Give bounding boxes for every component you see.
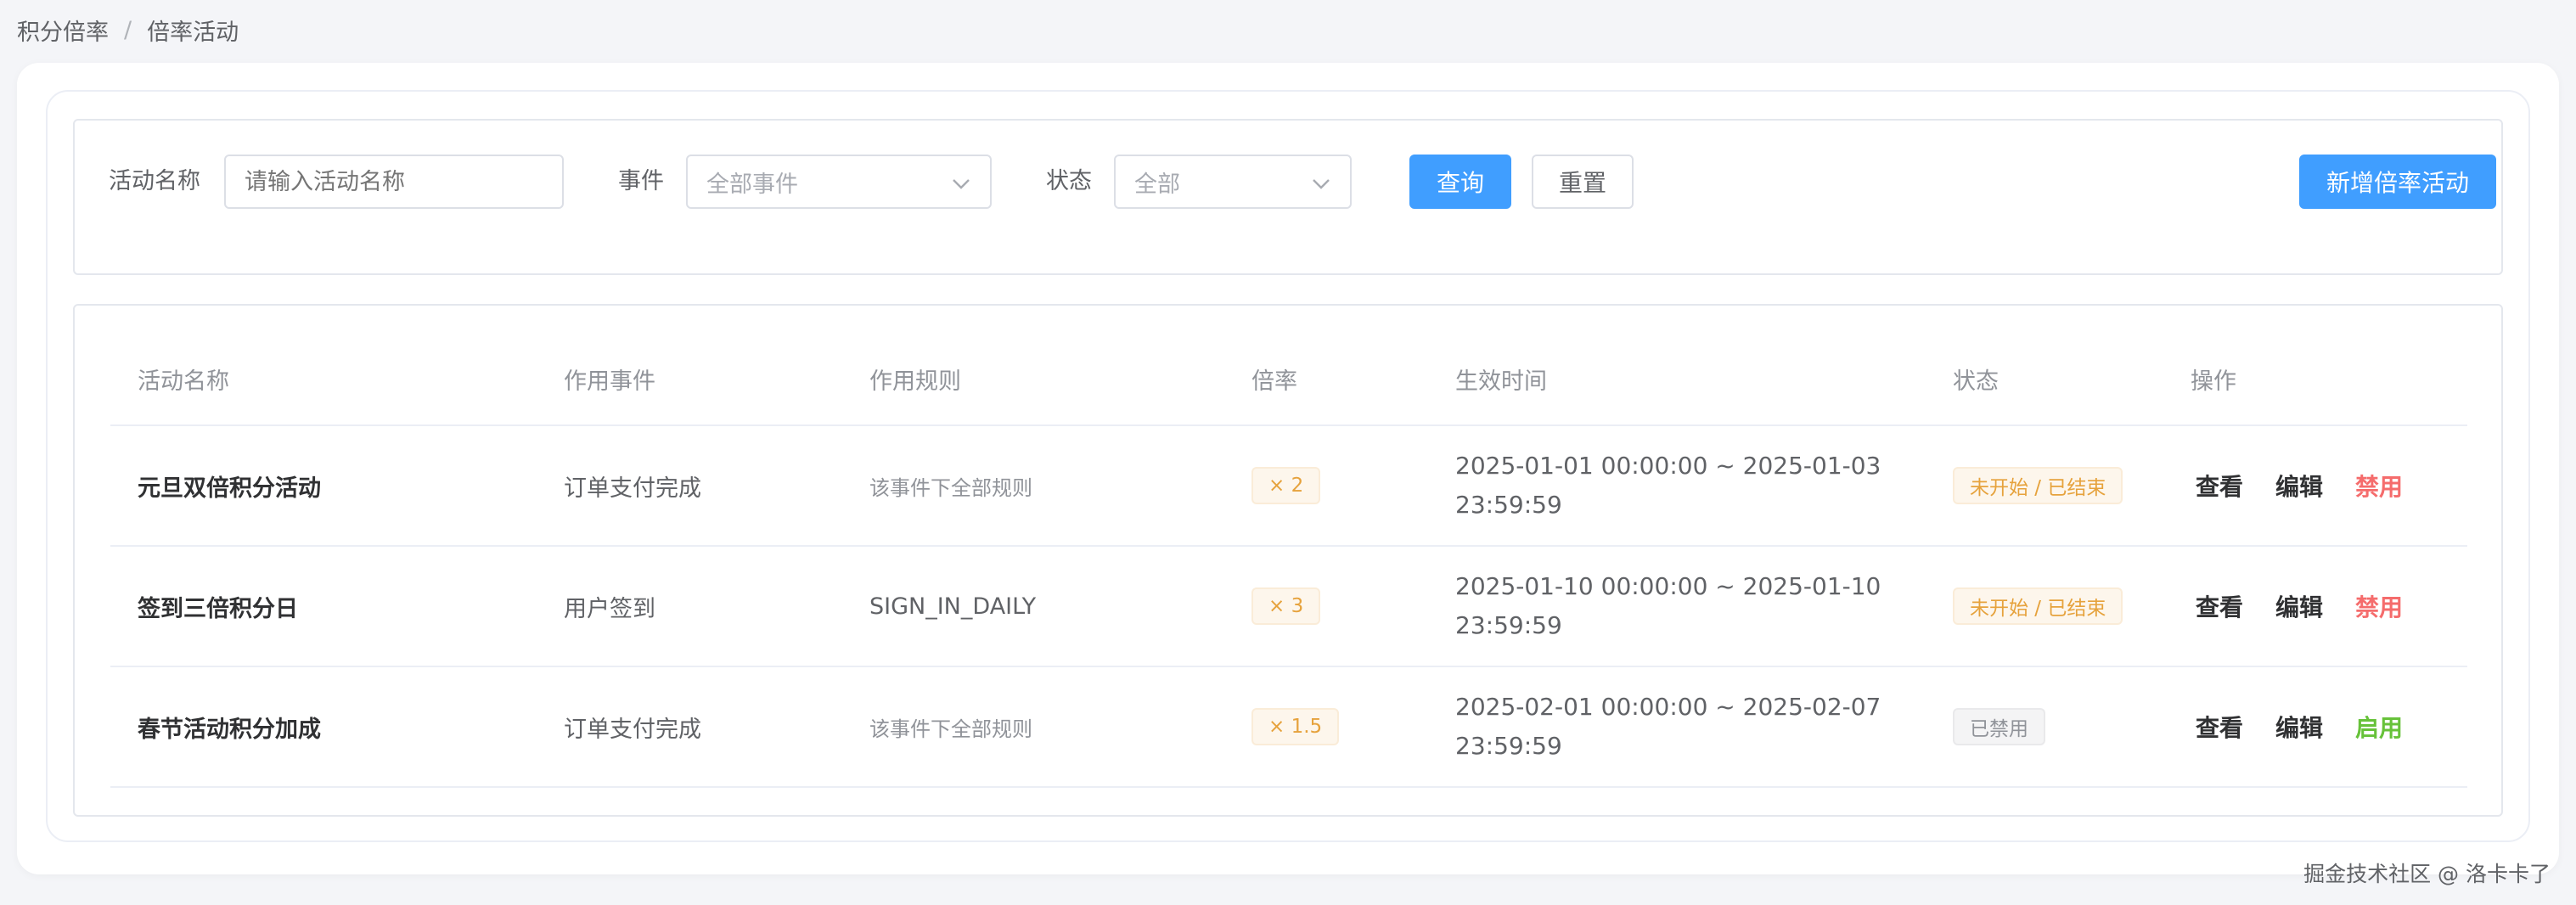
breadcrumb: 积分倍率 / 倍率活动: [17, 12, 239, 48]
status-select-value: 全部: [1134, 171, 1180, 198]
status-badge: 未开始 / 已结束: [1953, 587, 2123, 625]
activity-name-label: 活动名称: [109, 168, 200, 194]
filter-row: 活动名称 事件 全部事件 状态 全部 查询 重置: [75, 155, 2501, 209]
column-header-activity-name: 活动名称: [138, 368, 229, 395]
breadcrumb-item-rate-activity: 倍率活动: [147, 19, 239, 46]
activity-table: 活动名称 作用事件 作用规则 倍率 生效时间 状态 操作 元旦双倍积分活动 订单…: [110, 340, 2467, 788]
column-header-event: 作用事件: [564, 368, 655, 395]
view-button[interactable]: 查看: [2196, 589, 2243, 623]
event-cell: 订单支付完成: [564, 475, 701, 502]
event-select-value: 全部事件: [706, 171, 798, 198]
rate-tag: × 1.5: [1251, 708, 1340, 745]
edit-button[interactable]: 编辑: [2275, 710, 2323, 744]
filter-panel: 活动名称 事件 全部事件 状态 全部 查询 重置: [73, 119, 2503, 275]
event-select[interactable]: 全部事件: [686, 155, 992, 209]
disable-button[interactable]: 禁用: [2355, 469, 2403, 503]
view-button[interactable]: 查看: [2196, 469, 2243, 503]
activity-name-cell: 春节活动积分加成: [138, 716, 321, 743]
watermark: 掘金技术社区 @ 洛卡卡了: [2303, 862, 2551, 886]
rate-tag: × 3: [1251, 587, 1321, 625]
query-button[interactable]: 查询: [1409, 155, 1511, 209]
table-header: 活动名称 作用事件 作用规则 倍率 生效时间 状态 操作: [110, 340, 2467, 426]
column-header-rule: 作用规则: [869, 368, 961, 395]
breadcrumb-item-points-rate[interactable]: 积分倍率: [17, 14, 109, 47]
column-header-status: 状态: [1953, 368, 1999, 395]
rule-cell: 该事件下全部规则: [869, 475, 1032, 500]
breadcrumb-separator: /: [124, 16, 132, 43]
column-header-actions: 操作: [2191, 368, 2236, 395]
rule-cell: 该事件下全部规则: [869, 717, 1032, 741]
table-panel: 活动名称 作用事件 作用规则 倍率 生效时间 状态 操作 元旦双倍积分活动 订单…: [73, 304, 2503, 817]
reset-button[interactable]: 重置: [1532, 155, 1634, 209]
status-label: 状态: [1046, 168, 1092, 194]
rate-tag: × 2: [1251, 467, 1321, 504]
enable-button[interactable]: 启用: [2355, 710, 2403, 744]
column-header-rate: 倍率: [1251, 368, 1297, 395]
table-row: 春节活动积分加成 订单支付完成 该事件下全部规则 × 1.5 2025-02-0…: [110, 667, 2467, 788]
activity-name-input[interactable]: [224, 155, 564, 209]
status-select[interactable]: 全部: [1114, 155, 1352, 209]
activity-name-cell: 签到三倍积分日: [138, 595, 298, 622]
status-badge: 已禁用: [1953, 708, 2045, 745]
table-row: 签到三倍积分日 用户签到 SIGN_IN_DAILY × 3 2025-01-1…: [110, 547, 2467, 667]
effective-time-cell: 2025-01-01 00:00:00 ~ 2025-01-03 23:59:5…: [1455, 452, 1881, 519]
event-cell: 用户签到: [564, 595, 655, 622]
rule-cell: SIGN_IN_DAILY: [869, 593, 1037, 620]
add-rate-activity-button[interactable]: 新增倍率活动: [2299, 155, 2496, 209]
table-row: 元旦双倍积分活动 订单支付完成 该事件下全部规则 × 2 2025-01-01 …: [110, 426, 2467, 547]
edit-button[interactable]: 编辑: [2275, 589, 2323, 623]
activity-name-cell: 元旦双倍积分活动: [138, 475, 321, 502]
edit-button[interactable]: 编辑: [2275, 469, 2323, 503]
page-card: 活动名称 事件 全部事件 状态 全部 查询 重置: [17, 63, 2559, 874]
status-badge: 未开始 / 已结束: [1953, 467, 2123, 504]
chevron-down-icon: [953, 179, 970, 189]
event-label: 事件: [618, 168, 664, 194]
chevron-down-icon: [1313, 179, 1330, 189]
view-button[interactable]: 查看: [2196, 710, 2243, 744]
effective-time-cell: 2025-02-01 00:00:00 ~ 2025-02-07 23:59:5…: [1455, 693, 1881, 760]
event-cell: 订单支付完成: [564, 716, 701, 743]
disable-button[interactable]: 禁用: [2355, 589, 2403, 623]
effective-time-cell: 2025-01-10 00:00:00 ~ 2025-01-10 23:59:5…: [1455, 572, 1881, 639]
column-header-effective-time: 生效时间: [1455, 368, 1547, 395]
content-card: 活动名称 事件 全部事件 状态 全部 查询 重置: [46, 90, 2530, 842]
